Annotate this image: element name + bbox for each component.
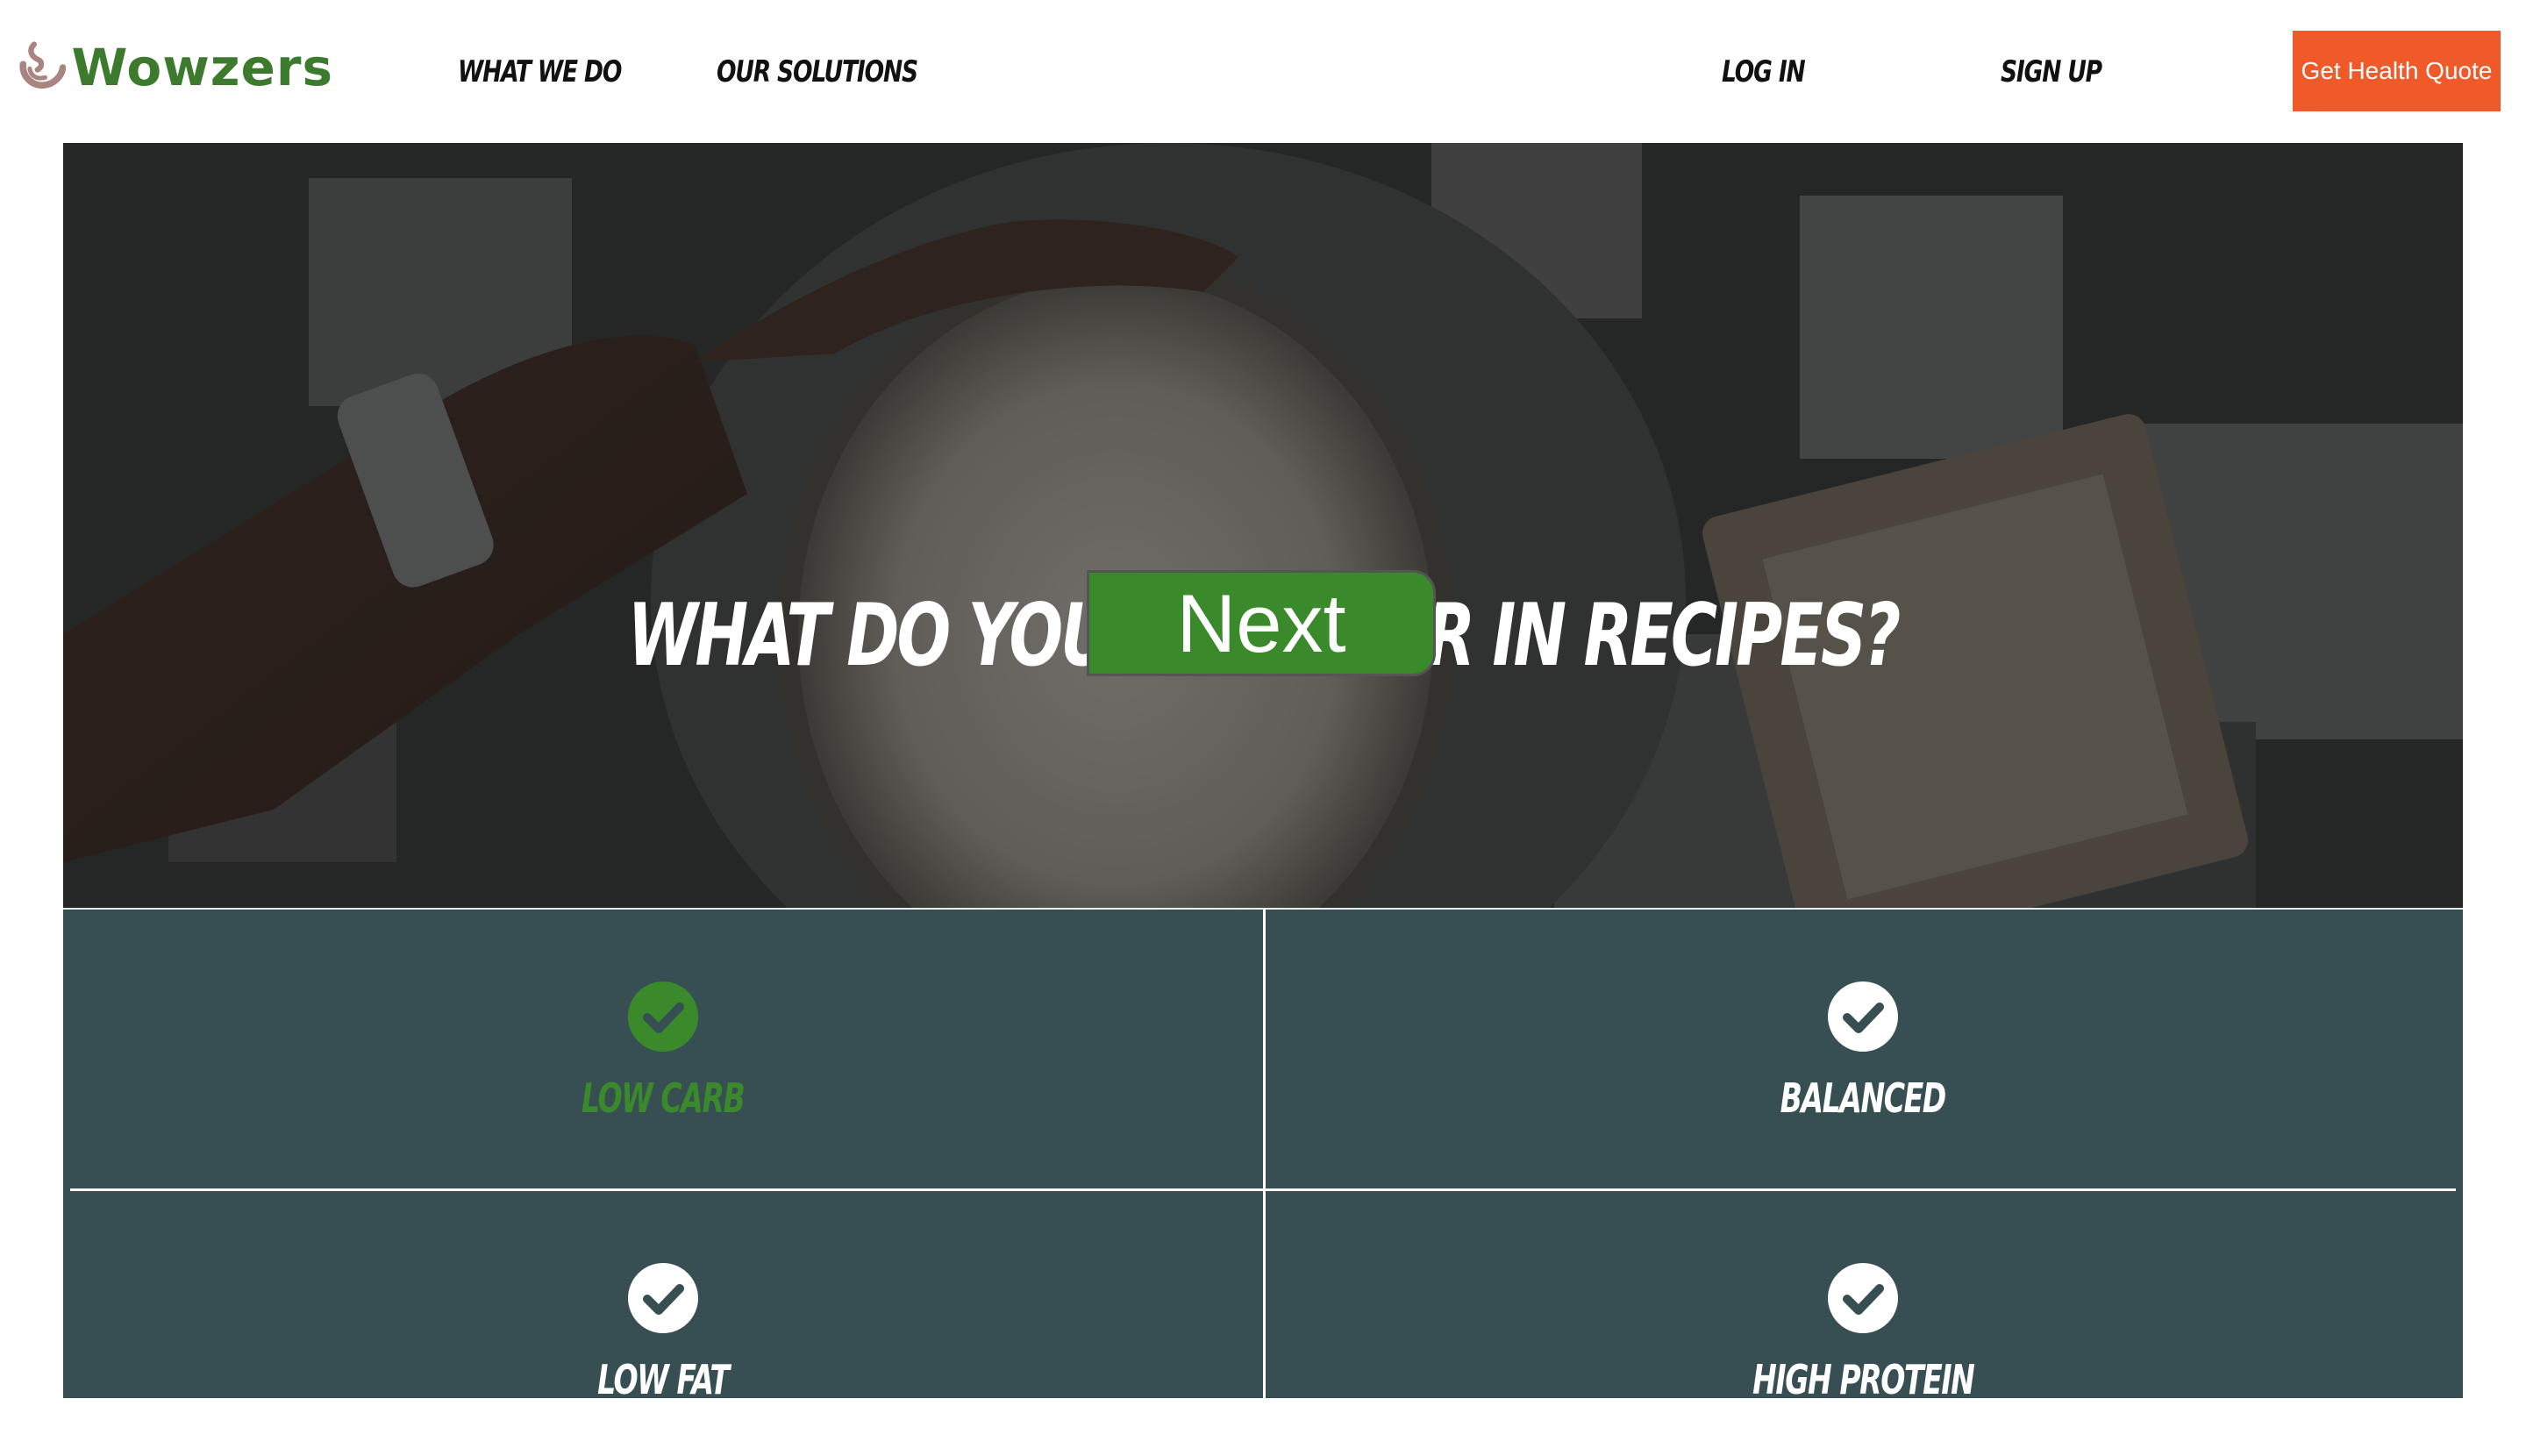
- option-low-carb[interactable]: LOW CARB: [67, 910, 1259, 1173]
- option-label: LOW FAT: [597, 1356, 730, 1403]
- option-high-protein[interactable]: HIGH PROTEIN: [1267, 1193, 2459, 1456]
- check-circle-icon: [628, 981, 698, 1052]
- nav-log-in[interactable]: LOG IN: [1722, 51, 1806, 93]
- option-label: HIGH PROTEIN: [1752, 1356, 1975, 1403]
- logo-mark-icon: [19, 41, 67, 89]
- nav-our-solutions[interactable]: OUR SOLUTIONS: [717, 51, 918, 93]
- check-circle-icon: [628, 1263, 698, 1333]
- option-label: LOW CARB: [582, 1074, 746, 1122]
- check-circle-icon: [1828, 1263, 1898, 1333]
- recipe-preference-grid: LOW CARB BALANCED LOW FAT HIGH PROTEIN: [63, 908, 2463, 1403]
- grid-vertical-divider: [1263, 910, 1266, 1398]
- site-header: Wowzers WHAT WE DO OUR SOLUTIONS LOG IN …: [0, 0, 2526, 143]
- nav-sign-up[interactable]: SIGN UP: [2001, 51, 2102, 93]
- option-balanced[interactable]: BALANCED: [1267, 910, 2459, 1173]
- check-circle-icon: [1828, 981, 1898, 1052]
- option-low-fat[interactable]: LOW FAT: [67, 1193, 1259, 1456]
- get-health-quote-button[interactable]: Get Health Quote: [2293, 31, 2501, 111]
- grid-horizontal-divider: [70, 1188, 2456, 1191]
- hero-background-image: [63, 143, 2463, 908]
- next-button[interactable]: Next: [1087, 570, 1436, 676]
- nav-what-we-do[interactable]: WHAT WE DO: [458, 51, 622, 93]
- brand-logo[interactable]: Wowzers: [18, 23, 333, 112]
- brand-name: Wowzers: [71, 38, 333, 97]
- hero-section: WHAT DO YOU LOOK FOR IN RECIPES? Next: [63, 143, 2463, 908]
- option-label: BALANCED: [1780, 1074, 1947, 1122]
